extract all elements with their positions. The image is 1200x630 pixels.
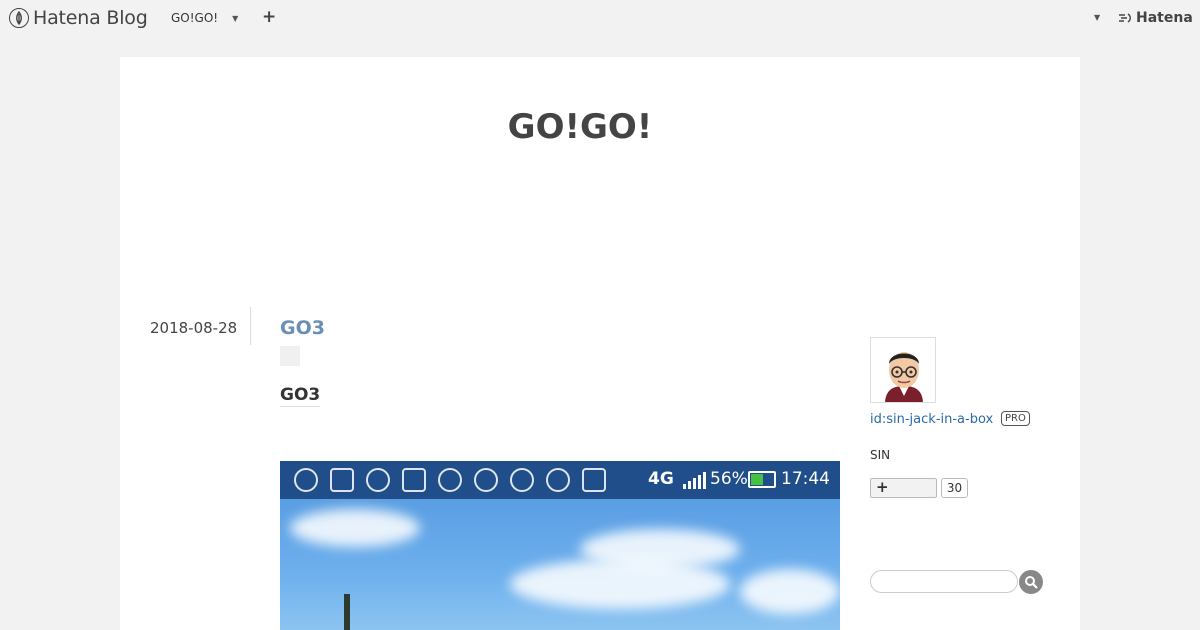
blog-switcher[interactable]: GO!GO! ▼ [171,11,238,25]
hatena-blog-logo-icon [9,8,29,28]
location-pin-icon [546,468,570,492]
antenna-icon [510,468,534,492]
battery-icon [748,471,776,488]
pro-badge: PRO [1001,411,1030,426]
compass-icon [474,468,498,492]
hatena-blog-logo[interactable]: Hatena Blog [9,7,148,29]
top-bar: Hatena Blog GO!GO! ▼ + ▼ Hatena [0,0,1200,38]
blog-panel: GO!GO! 2018-08-28 GO3 GO3 4G 56% 17:44 i… [120,57,1080,630]
follow-button[interactable]: + [870,478,937,498]
avatar[interactable] [870,337,936,403]
status-time: 17:44 [781,469,830,489]
shield-icon [366,468,390,492]
follower-count[interactable]: 30 [941,478,968,498]
entry-category-placeholder [280,346,300,366]
search-icon [1025,576,1038,589]
hatena-wave-icon [1119,13,1131,23]
status-network: 4G [648,469,674,489]
hatena-label: Hatena [1136,10,1193,26]
signal-icon [683,469,706,489]
search-input[interactable] [870,570,1018,593]
search-button[interactable] [1019,570,1043,594]
drop-icon [438,468,462,492]
status-battery-percent: 56% [710,469,748,489]
account-menu-chevron-icon[interactable]: ▼ [1094,13,1100,22]
globe-icon [294,468,318,492]
image-icon [330,468,354,492]
user-id-link[interactable]: id:sin-jack-in-a-box [870,412,993,427]
hatena-menu[interactable]: Hatena [1118,10,1193,26]
sky-image [280,499,840,630]
tree-silhouette [344,594,350,630]
blog-title[interactable]: GO!GO! [120,107,1040,147]
entry-title[interactable]: GO3 [280,317,325,339]
blog-switcher-label: GO!GO! [171,11,219,25]
entry-photo[interactable]: 4G 56% 17:44 [280,461,840,630]
photo-status-bar: 4G 56% 17:44 [280,461,840,499]
rotate-icon [582,468,606,492]
add-entry-button[interactable]: + [262,7,276,27]
chevron-down-icon: ▼ [232,13,239,23]
entry-date[interactable]: 2018-08-28 [150,319,237,337]
battery-charge-icon [402,468,426,492]
user-display-name: SIN [870,448,891,462]
entry-heading: GO3 [280,385,321,407]
brand-label: Hatena Blog [33,7,148,29]
date-divider [250,307,251,345]
avatar-face-icon [871,338,935,402]
